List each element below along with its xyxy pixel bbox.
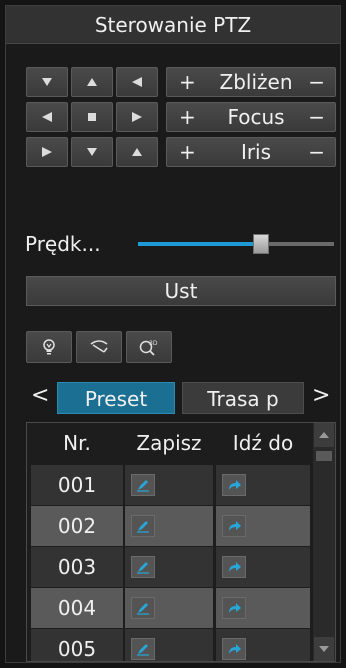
- light-button[interactable]: [26, 331, 72, 363]
- save-preset-button[interactable]: [131, 556, 155, 578]
- iris-plus-button[interactable]: +: [179, 138, 196, 166]
- table-row: 005: [27, 629, 313, 661]
- scroll-thumb[interactable]: [316, 451, 332, 461]
- goto-preset-button[interactable]: [222, 638, 246, 660]
- iris-control: + Iris −: [166, 137, 336, 167]
- speed-slider-fill: [138, 242, 262, 246]
- goto-arrow-icon: [229, 644, 241, 654]
- focus-plus-button[interactable]: +: [179, 103, 196, 131]
- pan-up-right-button[interactable]: [116, 67, 158, 97]
- goto-arrow-icon: [229, 521, 241, 531]
- arrow-down-icon: [87, 148, 97, 156]
- light-bulb-icon: [43, 339, 55, 355]
- arrow-up-left-icon: [42, 78, 52, 86]
- table-row: 002: [27, 506, 313, 546]
- pan-down-right-button[interactable]: [116, 137, 158, 167]
- save-pencil-icon: [137, 603, 149, 615]
- goto-arrow-icon: [229, 562, 241, 572]
- column-header-nr: Nr.: [63, 431, 91, 455]
- preset-number: 005: [31, 629, 123, 661]
- focus-control: + Focus −: [166, 102, 336, 132]
- save-pencil-icon: [137, 562, 149, 574]
- iris-label: Iris: [240, 140, 272, 164]
- 3d-position-icon: 3D: [139, 340, 158, 356]
- focus-label: Focus: [227, 105, 285, 129]
- zoom-control: + Zbliżen −: [166, 67, 336, 97]
- arrow-up-right-icon: [132, 77, 142, 87]
- speed-slider[interactable]: [138, 234, 334, 254]
- goto-preset-button[interactable]: [222, 556, 246, 578]
- preset-number: 001: [31, 465, 123, 505]
- chevron-down-icon: [319, 646, 329, 652]
- table-scrollbar[interactable]: [313, 423, 335, 661]
- save-preset-button[interactable]: [131, 474, 155, 496]
- goto-arrow-icon: [229, 480, 241, 490]
- speed-label: Prędk...: [25, 232, 101, 256]
- goto-preset-button[interactable]: [222, 515, 246, 537]
- save-pencil-icon: [137, 521, 149, 533]
- goto-preset-button[interactable]: [222, 597, 246, 619]
- preset-number: 003: [31, 547, 123, 587]
- table-row: 003: [27, 547, 313, 587]
- table-header: Nr. Zapisz Idź do: [27, 423, 313, 463]
- tilt-down-button[interactable]: [71, 137, 113, 167]
- focus-minus-button[interactable]: −: [308, 103, 325, 131]
- wiper-icon: [90, 340, 108, 353]
- zoom-out-button[interactable]: −: [308, 68, 325, 96]
- tab-preset[interactable]: Preset: [57, 382, 175, 414]
- stop-icon: [88, 113, 96, 121]
- pan-left-button[interactable]: [26, 102, 68, 132]
- settings-button[interactable]: Ust: [26, 276, 336, 306]
- zoom-label: Zbliżen: [219, 70, 293, 94]
- tilt-up-button[interactable]: [71, 67, 113, 97]
- preset-number: 002: [31, 506, 123, 546]
- wiper-button[interactable]: [76, 331, 122, 363]
- preset-table: Nr. Zapisz Idź do 001 002 003 004 005: [26, 422, 336, 662]
- arrow-down-left-icon: [42, 147, 52, 157]
- save-pencil-icon: [137, 644, 149, 656]
- arrow-right-icon: [132, 112, 142, 122]
- svg-text:3D: 3D: [149, 340, 158, 347]
- save-pencil-icon: [137, 480, 149, 492]
- table-row: 004: [27, 588, 313, 628]
- pan-down-left-button[interactable]: [26, 137, 68, 167]
- column-header-save: Zapisz: [136, 431, 202, 455]
- iris-minus-button[interactable]: −: [308, 138, 325, 166]
- speed-slider-thumb[interactable]: [253, 234, 270, 254]
- arrow-down-right-icon: [132, 148, 142, 156]
- table-row: 001: [27, 465, 313, 505]
- tab-prev-arrow[interactable]: <: [31, 383, 49, 408]
- column-header-go: Idź do: [232, 431, 294, 455]
- save-preset-button[interactable]: [131, 597, 155, 619]
- scroll-up-button[interactable]: [314, 423, 334, 447]
- pan-right-button[interactable]: [116, 102, 158, 132]
- arrow-up-icon: [87, 78, 97, 86]
- ptz-control-panel: Sterowanie PTZ + Zbliżen − + Focus − + I…: [5, 5, 341, 663]
- save-preset-button[interactable]: [131, 515, 155, 537]
- scroll-down-button[interactable]: [314, 637, 334, 661]
- pan-up-left-button[interactable]: [26, 67, 68, 97]
- goto-arrow-icon: [229, 603, 241, 613]
- preset-number: 004: [31, 588, 123, 628]
- stop-button[interactable]: [71, 102, 113, 132]
- goto-preset-button[interactable]: [222, 474, 246, 496]
- panel-title: Sterowanie PTZ: [6, 6, 340, 44]
- tab-next-arrow[interactable]: >: [312, 383, 330, 408]
- tab-trasa[interactable]: Trasa p: [182, 382, 304, 414]
- zoom-in-button[interactable]: +: [179, 68, 196, 96]
- save-preset-button[interactable]: [131, 638, 155, 660]
- chevron-up-icon: [319, 432, 329, 438]
- arrow-left-icon: [42, 112, 52, 122]
- 3d-position-button[interactable]: 3D: [126, 331, 172, 363]
